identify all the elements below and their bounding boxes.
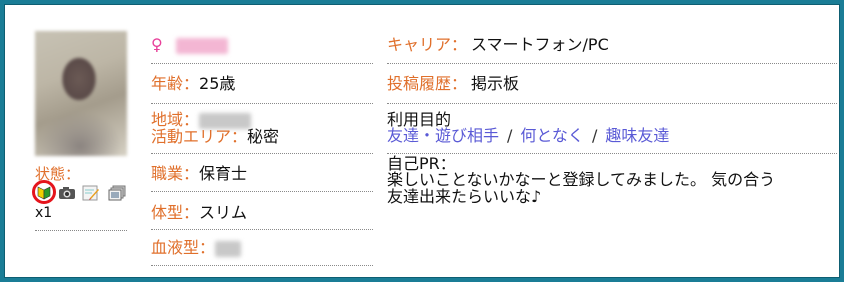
history-value: 掲示板 [471, 74, 520, 93]
username-blurred [175, 37, 228, 54]
divider [151, 229, 373, 230]
purpose-row: 友達・遊び相手 / 何となく / 趣味友達 [387, 127, 669, 145]
divider [151, 63, 373, 64]
activity-label: 活動エリア： [151, 127, 248, 146]
divider [151, 191, 373, 192]
purpose-link-3[interactable]: 趣味友達 [605, 126, 669, 145]
edit-icon [82, 185, 99, 201]
blood-label: 血液型： [151, 238, 216, 257]
separator: / [507, 126, 513, 145]
divider [151, 153, 373, 154]
activity-row: 活動エリア：秘密 [151, 128, 279, 146]
photos-icon [108, 185, 126, 201]
job-row: 職業：保育士 [151, 165, 247, 183]
camera-icon [59, 187, 75, 199]
purpose-link-1[interactable]: 友達・遊び相手 [387, 126, 499, 145]
beginner-mark-icon [37, 186, 51, 200]
history-label: 投稿履歴： [387, 74, 468, 93]
divider [151, 265, 373, 266]
job-label: 職業： [151, 164, 200, 183]
carrier-value: スマートフォン/PC [471, 35, 609, 54]
purpose-link-2[interactable]: 何となく [520, 126, 584, 145]
divider [35, 230, 127, 231]
divider [387, 103, 837, 104]
separator: / [591, 126, 598, 145]
divider [151, 103, 373, 104]
body-value: スリム [199, 203, 248, 222]
profile-card: 状態： x1 ♀ 年齢：25歳 地域： 活動エリア：秘密 職業：保育士 体型：ス… [4, 4, 840, 278]
age-label: 年齢： [151, 74, 200, 93]
profile-photo[interactable] [35, 31, 127, 156]
blood-row: 血液型： [151, 238, 242, 257]
carrier-row: キャリア： スマートフォン/PC [387, 36, 609, 54]
divider [387, 63, 837, 64]
female-symbol-icon: ♀ [151, 35, 163, 54]
job-value: 保育士 [199, 164, 248, 183]
blood-value-blurred [215, 240, 242, 257]
gender-name-row: ♀ [151, 36, 228, 54]
body-row: 体型：スリム [151, 204, 247, 222]
history-row: 投稿履歴： 掲示板 [387, 75, 519, 93]
activity-value: 秘密 [247, 127, 280, 146]
status-count: x1 [35, 205, 53, 221]
carrier-label: キャリア： [387, 35, 468, 54]
age-value: 25歳 [199, 74, 236, 93]
pr-text-line2: 友達出来たらいいな♪ [387, 187, 542, 206]
body-label: 体型： [151, 203, 200, 222]
age-row: 年齢：25歳 [151, 75, 235, 93]
